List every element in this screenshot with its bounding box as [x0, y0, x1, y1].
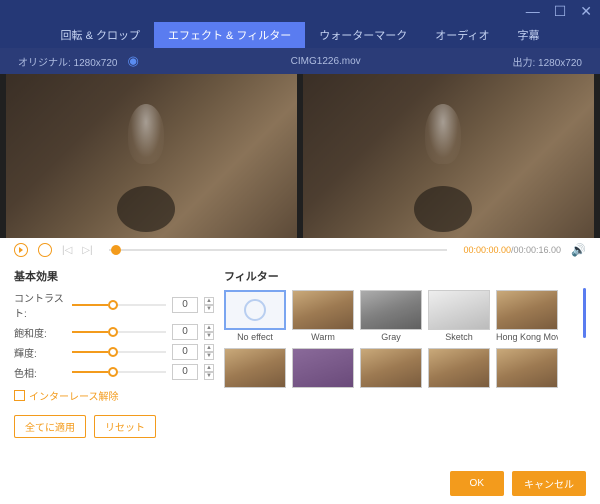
brightness-stepper[interactable]: ▲▼ [204, 344, 214, 360]
saturation-row: 飽和度: 0 ▲▼ [14, 324, 214, 340]
playback-bar: |◁ ▷| 00:00:00.00/00:00:16.00 🔊 [0, 238, 600, 262]
filter-no-effect[interactable] [224, 290, 286, 330]
brightness-label: 輝度: [14, 345, 66, 360]
preview-toggle-icon[interactable]: ◉ [128, 53, 139, 69]
brightness-slider[interactable] [72, 351, 166, 353]
saturation-slider[interactable] [72, 331, 166, 333]
hue-label: 色相: [14, 365, 66, 380]
filter-gray[interactable] [360, 290, 422, 330]
hue-slider[interactable] [72, 371, 166, 373]
apply-all-button[interactable]: 全てに適用 [14, 415, 86, 438]
hue-value[interactable]: 0 [172, 364, 198, 380]
deinterlace-checkbox[interactable]: インターレース解除 [14, 388, 214, 403]
filter-label: No effect [224, 332, 286, 342]
tab-effect-filter[interactable]: エフェクト & フィルター [154, 22, 305, 48]
filter-label: Warm [292, 332, 354, 342]
saturation-label: 飽和度: [14, 325, 66, 340]
saturation-value[interactable]: 0 [172, 324, 198, 340]
basic-effects-panel: 基本効果 コントラスト: 0 ▲▼ 飽和度: 0 ▲▼ 輝度: 0 ▲▼ 色相:… [14, 268, 214, 462]
tab-watermark[interactable]: ウォーターマーク [305, 22, 421, 48]
original-dimensions: オリジナル: 1280x720 [18, 54, 118, 69]
titlebar: — ☐ ✕ [0, 0, 600, 22]
output-preview [303, 74, 594, 238]
filter-label: Hong Kong Movie [496, 332, 558, 342]
filter-thumb[interactable] [360, 348, 422, 388]
tab-audio[interactable]: オーディオ [421, 22, 503, 48]
filters-title: フィルター [224, 268, 573, 284]
filter-thumb[interactable] [496, 348, 558, 388]
filter-hongkong[interactable] [496, 290, 558, 330]
filter-warm[interactable] [292, 290, 354, 330]
filters-panel: フィルター No effect Warm Gray Sketch Hong Ko… [224, 268, 573, 462]
filter-label: Gray [360, 332, 422, 342]
next-frame-button[interactable]: ▷| [82, 245, 92, 256]
tab-subtitle[interactable]: 字幕 [503, 22, 553, 48]
tab-bar: 回転 & クロップ エフェクト & フィルター ウォーターマーク オーディオ 字… [0, 22, 600, 48]
stop-button[interactable] [38, 243, 52, 257]
checkbox-icon [14, 390, 25, 401]
hue-stepper[interactable]: ▲▼ [204, 364, 214, 380]
filter-label: Sketch [428, 332, 490, 342]
seek-slider[interactable] [109, 249, 448, 251]
ok-button[interactable]: OK [450, 471, 504, 496]
time-display: 00:00:00.00/00:00:16.00 [463, 245, 561, 255]
contrast-row: コントラスト: 0 ▲▼ [14, 290, 214, 320]
filter-thumb[interactable] [428, 348, 490, 388]
hue-row: 色相: 0 ▲▼ [14, 364, 214, 380]
tab-rotate-crop[interactable]: 回転 & クロップ [47, 22, 154, 48]
reset-button[interactable]: リセット [94, 415, 156, 438]
play-button[interactable] [14, 243, 28, 257]
filename-label: CIMG1226.mov [291, 56, 361, 67]
output-dimensions: 出力: 1280x720 [513, 54, 583, 69]
maximize-button[interactable]: ☐ [554, 3, 567, 20]
dialog-footer: OK キャンセル [450, 471, 586, 496]
basic-effects-title: 基本効果 [14, 268, 214, 284]
prev-frame-button[interactable]: |◁ [62, 245, 72, 256]
filter-sketch[interactable] [428, 290, 490, 330]
contrast-stepper[interactable]: ▲▼ [204, 297, 214, 313]
filter-thumb[interactable] [224, 348, 286, 388]
saturation-stepper[interactable]: ▲▼ [204, 324, 214, 340]
contrast-slider[interactable] [72, 304, 166, 306]
brightness-value[interactable]: 0 [172, 344, 198, 360]
minimize-button[interactable]: — [526, 3, 540, 19]
brightness-row: 輝度: 0 ▲▼ [14, 344, 214, 360]
info-bar: オリジナル: 1280x720 ◉ CIMG1226.mov 出力: 1280x… [0, 48, 600, 74]
preview-area [0, 74, 600, 238]
contrast-label: コントラスト: [14, 290, 66, 320]
filter-scrollbar[interactable] [583, 288, 586, 338]
contrast-value[interactable]: 0 [172, 297, 198, 313]
volume-icon[interactable]: 🔊 [571, 243, 586, 257]
close-button[interactable]: ✕ [580, 3, 592, 20]
cancel-button[interactable]: キャンセル [512, 471, 586, 496]
filter-thumb[interactable] [292, 348, 354, 388]
original-preview [6, 74, 297, 238]
